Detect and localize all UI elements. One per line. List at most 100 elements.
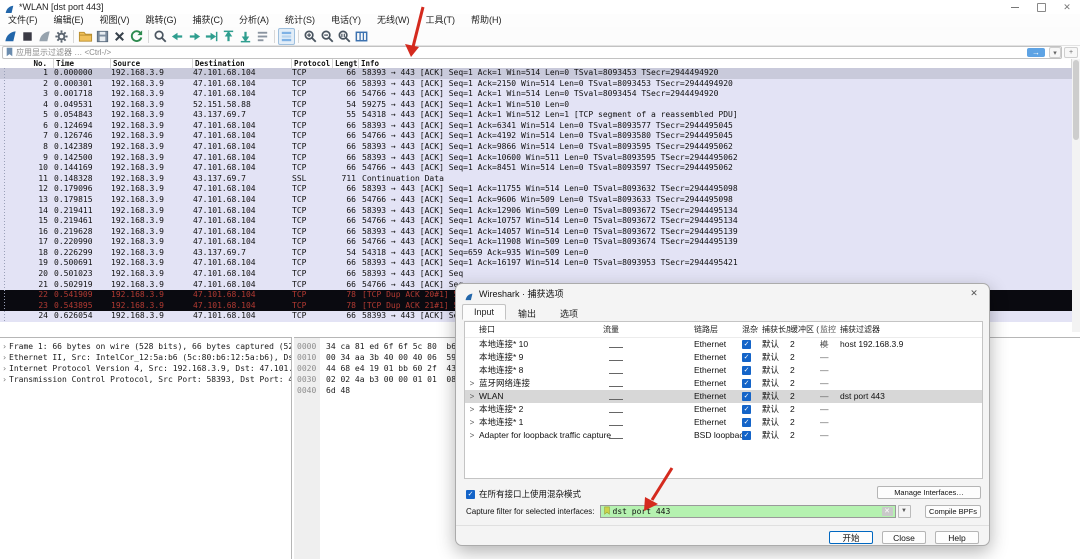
menu-item-9[interactable]: 工具(T) xyxy=(418,14,464,27)
go-first-button[interactable] xyxy=(220,28,237,45)
start-button[interactable]: 开始 xyxy=(829,531,873,544)
go-last-button[interactable] xyxy=(237,28,254,45)
packet-row[interactable]: 2 0.000301 192.168.3.9 47.101.68.104 TCP 66 58… xyxy=(0,78,1072,90)
menu-item-5[interactable]: 分析(A) xyxy=(231,14,277,27)
checkbox-checked-icon[interactable]: ✓ xyxy=(742,418,751,427)
stop-capture-button[interactable] xyxy=(19,28,36,45)
expander-icon[interactable] xyxy=(465,364,479,377)
column-header-destination[interactable]: Destination xyxy=(193,59,292,68)
capture-filter-dropdown[interactable]: ▼ xyxy=(897,505,911,518)
scrollbar-thumb[interactable] xyxy=(1073,60,1079,140)
colorize-button[interactable] xyxy=(278,27,295,45)
expander-icon[interactable] xyxy=(465,351,479,364)
resize-columns-button[interactable] xyxy=(353,28,370,45)
checkbox-checked-icon[interactable]: ✓ xyxy=(742,379,751,388)
interface-row[interactable]: > 本地连接* 2 Ethernet ✓ 默认 2 — xyxy=(465,403,982,416)
packet-row[interactable]: 7 0.126746 192.168.3.9 47.101.68.104 TCP 66 54… xyxy=(0,131,1072,143)
capture-filter-input[interactable]: dst port 443 ✕ xyxy=(599,505,896,518)
menu-item-4[interactable]: 捕获(C) xyxy=(185,14,232,27)
interface-row[interactable]: > 本地连接* 1 Ethernet ✓ 默认 2 — xyxy=(465,416,982,429)
promiscuous-cell[interactable]: ✓ xyxy=(742,429,762,442)
display-filter-input[interactable]: 应用显示过滤器 … <Ctrl-/> → ▾ xyxy=(2,46,1062,59)
column-header-no[interactable]: No. xyxy=(0,59,54,68)
checkbox-checked-icon[interactable]: ✓ xyxy=(742,431,751,440)
tab-output[interactable]: 输出 xyxy=(506,304,548,320)
interface-row[interactable]: 本地连接* 10 Ethernet ✓ 默认 2 — host 192.168.3.9 xyxy=(465,338,982,351)
go-back-button[interactable] xyxy=(169,28,186,45)
column-header-protocol[interactable]: Protocol xyxy=(292,59,333,68)
detail-line-0[interactable]: › Frame 1: 66 bytes on wire (528 bits), 6… xyxy=(0,341,291,352)
packet-row[interactable]: 8 0.142389 192.168.3.9 47.101.68.104 TCP 66 58… xyxy=(0,142,1072,153)
expander-icon[interactable]: > xyxy=(465,403,479,416)
promiscuous-cell[interactable]: ✓ xyxy=(742,416,762,429)
dialog-close-icon[interactable]: ✕ xyxy=(967,287,981,300)
add-filter-button[interactable]: + xyxy=(1064,47,1078,58)
checkbox-checked-icon[interactable]: ✓ xyxy=(466,489,475,499)
packet-row[interactable]: 9 0.142500 192.168.3.9 47.101.68.104 TCP 66 58… xyxy=(0,152,1072,164)
menu-item-8[interactable]: 无线(W) xyxy=(369,14,418,27)
interface-row[interactable]: > Adapter for loopback traffic capture BSD… xyxy=(465,429,982,442)
capture-options-button[interactable] xyxy=(53,28,70,45)
column-header-info[interactable]: Info xyxy=(359,59,1072,68)
promiscuous-cell[interactable]: ✓ xyxy=(742,338,762,351)
menu-item-3[interactable]: 跳转(G) xyxy=(138,14,185,27)
restore-button[interactable] xyxy=(1028,0,1054,14)
column-header-time[interactable]: Time xyxy=(54,59,111,68)
column-header-source[interactable]: Source xyxy=(111,59,193,68)
promiscuous-checkbox-row[interactable]: ✓ 在所有接口上使用混杂模式 xyxy=(466,488,581,500)
close-file-button[interactable] xyxy=(111,28,128,45)
packet-row[interactable]: 6 0.124694 192.168.3.9 47.101.68.104 TCP 66 58… xyxy=(0,120,1072,132)
packet-row[interactable]: 18 0.226299 192.168.3.9 43.137.69.7 TCP 54 543… xyxy=(0,247,1072,259)
checkbox-checked-icon[interactable]: ✓ xyxy=(742,392,751,401)
packet-row[interactable]: 12 0.179096 192.168.3.9 47.101.68.104 TCP 66 5… xyxy=(0,184,1072,195)
menu-item-7[interactable]: 电话(Y) xyxy=(323,14,369,27)
help-button[interactable]: Help xyxy=(935,531,979,544)
packet-row[interactable]: 15 0.219461 192.168.3.9 47.101.68.104 TCP 66 5… xyxy=(0,216,1072,227)
expander-icon[interactable]: > xyxy=(465,429,479,442)
promiscuous-cell[interactable]: ✓ xyxy=(742,351,762,364)
menu-item-0[interactable]: 文件(F) xyxy=(0,14,46,27)
close-button[interactable]: ✕ xyxy=(1054,0,1080,14)
packet-row[interactable]: 16 0.219628 192.168.3.9 47.101.68.104 TCP 66 5… xyxy=(0,226,1072,238)
packet-row[interactable]: 17 0.220990 192.168.3.9 47.101.68.104 TCP 66 5… xyxy=(0,237,1072,248)
promiscuous-cell[interactable]: ✓ xyxy=(742,390,762,403)
tab-options[interactable]: 选项 xyxy=(548,304,590,320)
packet-row[interactable]: 4 0.049531 192.168.3.9 52.151.58.88 TCP 54 592… xyxy=(0,99,1072,111)
menu-item-2[interactable]: 视图(V) xyxy=(92,14,138,27)
promiscuous-cell[interactable]: ✓ xyxy=(742,377,762,390)
apply-filter-button[interactable]: → xyxy=(1027,48,1045,57)
auto-scroll-button[interactable] xyxy=(254,28,271,45)
interface-row[interactable]: > WLAN Ethernet ✓ 默认 2 — dst port 443 xyxy=(465,390,982,403)
minimize-button[interactable] xyxy=(1002,0,1028,14)
expand-chevron-icon[interactable]: › xyxy=(0,352,9,363)
expand-chevron-icon[interactable]: › xyxy=(0,341,9,352)
tab-input[interactable]: Input xyxy=(462,304,507,320)
detail-line-1[interactable]: › Ethernet II, Src: IntelCor_12:5a:b6 (5c… xyxy=(0,352,291,363)
compile-bpfs-button[interactable]: Compile BPFs xyxy=(925,505,981,518)
checkbox-checked-icon[interactable]: ✓ xyxy=(742,340,751,349)
detail-line-2[interactable]: › Internet Protocol Version 4, Src: 192.1… xyxy=(0,363,291,374)
zoom-in-button[interactable] xyxy=(302,28,319,45)
interface-row[interactable]: 本地连接* 8 Ethernet ✓ 默认 2 — xyxy=(465,364,982,377)
save-file-button[interactable] xyxy=(94,28,111,45)
open-file-button[interactable] xyxy=(77,28,94,45)
promiscuous-cell[interactable]: ✓ xyxy=(742,403,762,416)
filter-dropdown-button[interactable]: ▾ xyxy=(1049,47,1061,58)
packet-row[interactable]: 20 0.501023 192.168.3.9 47.101.68.104 TCP 66 5… xyxy=(0,268,1072,280)
go-forward-button[interactable] xyxy=(186,28,203,45)
zoom-out-button[interactable] xyxy=(319,28,336,45)
reload-button[interactable] xyxy=(128,28,145,45)
restart-capture-button[interactable] xyxy=(36,28,53,45)
interface-row[interactable]: > 蓝牙网络连接 Ethernet ✓ 默认 2 — xyxy=(465,377,982,390)
menu-item-10[interactable]: 帮助(H) xyxy=(463,14,510,27)
expander-icon[interactable]: > xyxy=(465,377,479,390)
packet-row[interactable]: 1 0.000000 192.168.3.9 47.101.68.104 TCP 66 58… xyxy=(0,68,1072,79)
packet-row[interactable]: 13 0.179815 192.168.3.9 47.101.68.104 TCP 66 5… xyxy=(0,194,1072,206)
bookmark-icon[interactable] xyxy=(603,506,610,517)
packet-row[interactable]: 14 0.219411 192.168.3.9 47.101.68.104 TCP 66 5… xyxy=(0,205,1072,217)
zoom-reset-button[interactable] xyxy=(336,28,353,45)
clear-filter-icon[interactable]: ✕ xyxy=(881,507,893,516)
column-header-length[interactable]: Length xyxy=(333,59,359,68)
expander-icon[interactable] xyxy=(465,338,479,351)
packet-row[interactable]: 5 0.054843 192.168.3.9 43.137.69.7 TCP 55 5431… xyxy=(0,110,1072,121)
